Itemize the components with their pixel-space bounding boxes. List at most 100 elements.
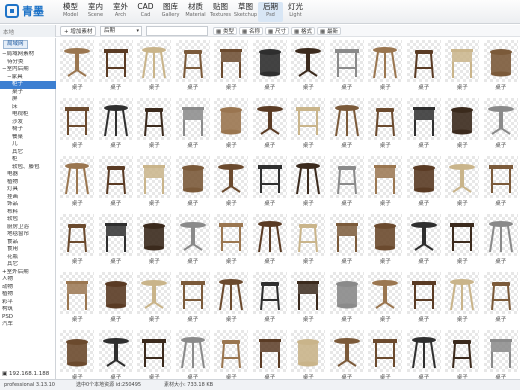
asset-tile[interactable]: 桌子	[251, 154, 290, 212]
asset-tile[interactable]: 桌子	[328, 154, 367, 212]
asset-tile[interactable]: 桌子	[135, 212, 174, 270]
asset-tile[interactable]: 桌子	[366, 212, 405, 270]
asset-tile[interactable]: 桌子	[212, 154, 251, 212]
asset-tile[interactable]: 桌子	[212, 270, 251, 328]
nav-tab-cad[interactable]: CAD Cad	[133, 2, 158, 22]
asset-tile[interactable]: 桌子	[405, 154, 444, 212]
asset-tile[interactable]: 桌子	[251, 96, 290, 154]
asset-tile[interactable]: 桌子	[97, 270, 136, 328]
filter-button[interactable]: ▦ 格式	[291, 27, 315, 35]
asset-tile[interactable]: 桌子	[443, 38, 482, 96]
nav-tab-scene[interactable]: 室内 Scene	[83, 2, 108, 22]
asset-tile[interactable]: 桌子	[135, 96, 174, 154]
tree-item[interactable]: −家具	[0, 74, 56, 82]
tree-item[interactable]: 人物	[0, 276, 56, 284]
tree-item[interactable]: 构筑	[0, 306, 56, 314]
asset-tile[interactable]: 桌子	[58, 96, 97, 154]
asset-tile[interactable]: 桌子	[328, 328, 367, 379]
asset-tile[interactable]: 桌子	[97, 212, 136, 270]
asset-tile[interactable]: 桌子	[405, 270, 444, 328]
tree-item[interactable]: 柜	[0, 156, 56, 164]
asset-tile[interactable]: 桌子	[443, 96, 482, 154]
asset-tile[interactable]: 桌子	[174, 328, 213, 379]
asset-tile[interactable]: 桌子	[135, 270, 174, 328]
asset-tile[interactable]: 桌子	[251, 38, 290, 96]
nav-tab-material[interactable]: 材质 Material	[183, 2, 208, 22]
tree-item[interactable]: 其它	[0, 261, 56, 269]
asset-tile[interactable]: 桌子	[289, 328, 328, 379]
asset-tile[interactable]: 桌子	[135, 38, 174, 96]
asset-tile[interactable]: 桌子	[289, 96, 328, 154]
asset-tile[interactable]: 桌子	[366, 328, 405, 379]
asset-tile[interactable]: 桌子	[174, 96, 213, 154]
tree-item[interactable]: +室外后期	[0, 269, 56, 277]
asset-tile[interactable]: 桌子	[174, 38, 213, 96]
tree-item[interactable]: 电视柜	[0, 111, 56, 119]
asset-tile[interactable]: 桌子	[328, 96, 367, 154]
filter-button[interactable]: ▦ 名称	[239, 27, 263, 35]
filter-button[interactable]: ▦ 尺寸	[265, 27, 289, 35]
asset-tile[interactable]: 桌子	[328, 38, 367, 96]
asset-tile[interactable]: 桌子	[482, 328, 520, 379]
search-input[interactable]	[146, 26, 208, 36]
category-select[interactable]: 后期 ▾	[100, 26, 142, 36]
asset-tile[interactable]: 桌子	[251, 212, 290, 270]
asset-tile[interactable]: 桌子	[405, 212, 444, 270]
tree-item[interactable]: 植物	[0, 179, 56, 187]
asset-tile[interactable]: 桌子	[482, 154, 520, 212]
asset-tile[interactable]: 桌子	[289, 154, 328, 212]
asset-tile[interactable]: 桌子	[482, 212, 520, 270]
tree-item[interactable]: 挂画	[0, 194, 56, 202]
asset-tile[interactable]: 桌子	[443, 212, 482, 270]
nav-tab-model[interactable]: 模型 Model	[58, 2, 83, 22]
asset-tile[interactable]: 桌子	[97, 154, 136, 212]
asset-tile[interactable]: 桌子	[405, 38, 444, 96]
asset-tile[interactable]: 桌子	[328, 270, 367, 328]
tree-item[interactable]: 地毯窗帘	[0, 231, 56, 239]
tree-item[interactable]: 饰品	[0, 201, 56, 209]
asset-tile[interactable]: 桌子	[97, 38, 136, 96]
asset-tile[interactable]: 桌子	[366, 270, 405, 328]
asset-tile[interactable]: 桌子	[289, 38, 328, 96]
asset-tile[interactable]: 桌子	[251, 328, 290, 379]
nav-tab-psd[interactable]: 后期 Psd	[258, 2, 283, 22]
asset-tile[interactable]: 桌子	[212, 38, 251, 96]
asset-tile[interactable]: 桌子	[366, 38, 405, 96]
tree-item[interactable]: −室内后期	[0, 66, 56, 74]
tree-item[interactable]: −局域网素材	[0, 51, 56, 59]
tree-item[interactable]: 柜子	[0, 81, 56, 89]
asset-tile[interactable]: 桌子	[135, 328, 174, 379]
asset-tile[interactable]: 桌子	[405, 328, 444, 379]
asset-tile[interactable]: 桌子	[482, 96, 520, 154]
asset-tile[interactable]: 桌子	[366, 154, 405, 212]
tab-lan[interactable]: 局域网	[3, 40, 28, 49]
filter-button[interactable]: ▦ 类型	[213, 27, 237, 35]
asset-tile[interactable]: 桌子	[58, 270, 97, 328]
nav-tab-gallery[interactable]: 图库 Gallery	[158, 2, 183, 22]
tree-item[interactable]: 沙发	[0, 119, 56, 127]
tree-item[interactable]: 花瓶	[0, 254, 56, 262]
asset-tile[interactable]: 桌子	[97, 328, 136, 379]
tree-item[interactable]: 软包、藤包	[0, 164, 56, 172]
tree-item[interactable]: 电器	[0, 171, 56, 179]
tree-item[interactable]: 其它	[0, 149, 56, 157]
tree-item[interactable]: 彩平	[0, 299, 56, 307]
tree-item[interactable]: 软包	[0, 216, 56, 224]
asset-tile[interactable]: 桌子	[443, 154, 482, 212]
asset-tile[interactable]: 桌子	[135, 154, 174, 212]
asset-tile[interactable]: 桌子	[212, 328, 251, 379]
asset-tile[interactable]: 桌子	[366, 96, 405, 154]
tree-item[interactable]: 桌子	[0, 89, 56, 97]
tree-item[interactable]: 布料	[0, 209, 56, 217]
tree-item[interactable]: 厨房卫浴	[0, 224, 56, 232]
asset-tile[interactable]: 桌子	[58, 212, 97, 270]
asset-tile[interactable]: 桌子	[289, 270, 328, 328]
asset-tile[interactable]: 桌子	[174, 270, 213, 328]
nav-tab-textures[interactable]: 贴图 Textures	[208, 2, 233, 22]
asset-tile[interactable]: 桌子	[443, 328, 482, 379]
tree-item[interactable]: 屏	[0, 96, 56, 104]
nav-tab-sketchup[interactable]: 草图 Sketchup	[233, 2, 258, 22]
asset-tile[interactable]: 桌子	[482, 38, 520, 96]
tree-item[interactable]: 椅子	[0, 126, 56, 134]
asset-tile[interactable]: 桌子	[443, 270, 482, 328]
